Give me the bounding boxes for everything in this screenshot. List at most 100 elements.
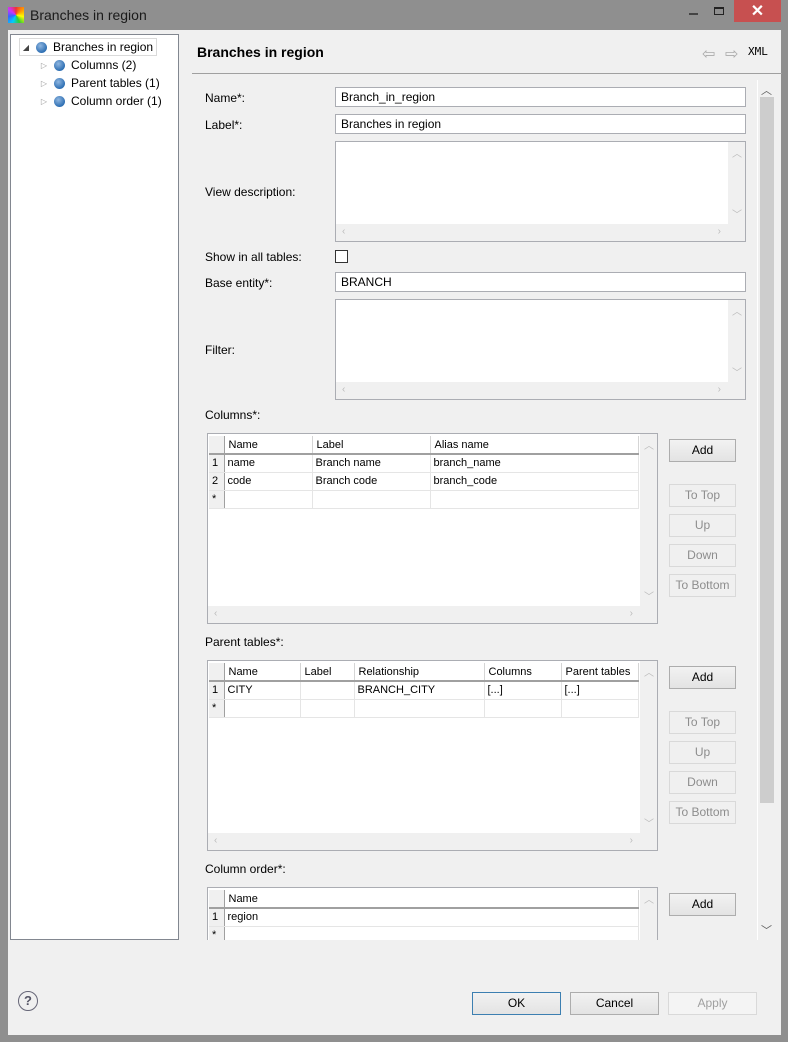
tree-item-columns[interactable]: ▷ Columns (2) — [38, 56, 136, 74]
column-header[interactable]: Name — [224, 436, 313, 455]
back-arrow-icon[interactable]: ⇦ — [702, 44, 715, 64]
columns-to-bottom-button[interactable]: To Bottom — [669, 574, 736, 597]
columns-grid[interactable]: Name Label Alias name 1 name Branch name… — [207, 433, 658, 624]
cell[interactable]: code — [224, 472, 313, 491]
view-description-label: View description: — [205, 185, 296, 199]
column-header[interactable]: Name — [224, 890, 639, 909]
tree-item-column-order[interactable]: ▷ Column order (1) — [38, 92, 162, 110]
cancel-button[interactable]: Cancel — [570, 992, 659, 1015]
cell[interactable] — [224, 699, 301, 718]
table-row[interactable]: 1 name Branch name branch_name — [209, 454, 639, 473]
new-row[interactable]: * — [209, 490, 639, 509]
filter-textarea[interactable]: ︿ ﹀ ‹ › — [335, 299, 746, 400]
vertical-scrollbar[interactable]: ︿ ﹀ — [640, 434, 657, 606]
base-entity-input[interactable]: BRANCH — [335, 272, 746, 292]
expand-icon[interactable]: ▷ — [38, 79, 50, 88]
cell[interactable]: name — [224, 454, 313, 473]
column-header[interactable]: Label — [300, 663, 355, 682]
column-order-grid[interactable]: Name 1 region * ︿ — [207, 887, 658, 940]
cell[interactable]: region — [224, 908, 639, 927]
cell[interactable]: [...] — [484, 681, 562, 700]
parent-tables-grid[interactable]: Name Label Relationship Columns Parent t… — [207, 660, 658, 851]
vertical-scrollbar[interactable]: ︿ ﹀ — [728, 142, 745, 224]
horizontal-scrollbar[interactable]: ‹ › — [336, 224, 745, 241]
table-row[interactable]: 2 code Branch code branch_code — [209, 472, 639, 491]
cell[interactable] — [354, 699, 485, 718]
cell[interactable]: BRANCH_CITY — [354, 681, 485, 700]
node-icon — [54, 77, 65, 89]
row-number: 1 — [209, 454, 225, 473]
columns-to-top-button[interactable]: To Top — [669, 484, 736, 507]
row-number: * — [209, 490, 225, 509]
column-header[interactable]: Name — [224, 663, 301, 682]
tree-item-parent-tables[interactable]: ▷ Parent tables (1) — [38, 74, 160, 92]
cell[interactable]: Branch name — [312, 454, 431, 473]
collapse-icon[interactable]: ◢ — [20, 43, 32, 52]
cell[interactable] — [561, 699, 639, 718]
table-row[interactable]: 1 region — [209, 908, 639, 927]
horizontal-scrollbar[interactable]: ‹ › — [208, 606, 657, 623]
cell[interactable]: Branch code — [312, 472, 431, 491]
expand-icon[interactable]: ▷ — [38, 61, 50, 70]
table-row[interactable]: 1 CITY BRANCH_CITY [...] [...] — [209, 681, 639, 700]
parent-tables-up-button[interactable]: Up — [669, 741, 736, 764]
columns-add-button[interactable]: Add — [669, 439, 736, 462]
apply-button[interactable]: Apply — [668, 992, 757, 1015]
parent-tables-add-button[interactable]: Add — [669, 666, 736, 689]
name-input[interactable]: Branch_in_region — [335, 87, 746, 107]
cell[interactable] — [300, 699, 355, 718]
tree-item-root[interactable]: ◢ Branches in region — [19, 38, 158, 56]
horizontal-scrollbar[interactable]: ‹ › — [208, 833, 657, 850]
cell[interactable]: branch_name — [430, 454, 639, 473]
header-divider — [192, 73, 782, 74]
form-vertical-scrollbar[interactable]: ︿ ﹀ — [757, 80, 774, 940]
view-description-textarea[interactable]: ︿ ﹀ ‹ › — [335, 141, 746, 242]
column-header[interactable]: Alias name — [430, 436, 639, 455]
xml-button[interactable]: XML — [748, 45, 768, 58]
scroll-down-icon[interactable]: ﹀ — [761, 922, 772, 938]
cell[interactable] — [484, 699, 562, 718]
column-header[interactable]: Relationship — [354, 663, 485, 682]
outline-tree: ◢ Branches in region ▷ Columns (2) ▷ Par… — [10, 34, 179, 940]
columns-up-button[interactable]: Up — [669, 514, 736, 537]
columns-down-button[interactable]: Down — [669, 544, 736, 567]
window-title: Branches in region — [30, 7, 147, 23]
close-button[interactable]: ✕ — [734, 0, 781, 22]
columns-table: Name Label Alias name 1 name Branch name… — [209, 436, 639, 509]
forward-arrow-icon[interactable]: ⇨ — [725, 44, 738, 64]
tree-item-label: Columns (2) — [71, 58, 137, 72]
cell[interactable]: CITY — [224, 681, 301, 700]
tree-item-label: Branches in region — [53, 40, 154, 54]
show-in-all-tables-checkbox[interactable] — [335, 250, 348, 263]
cell[interactable]: branch_code — [430, 472, 639, 491]
vertical-scrollbar[interactable]: ︿ — [640, 888, 657, 940]
row-number: * — [209, 926, 225, 940]
cell[interactable]: [...] — [561, 681, 639, 700]
column-header[interactable]: Parent tables — [561, 663, 639, 682]
new-row[interactable]: * — [209, 699, 639, 718]
cell[interactable] — [224, 926, 639, 940]
ok-button[interactable]: OK — [472, 992, 561, 1015]
vertical-scrollbar[interactable]: ︿ ﹀ — [640, 661, 657, 833]
cell[interactable] — [430, 490, 639, 509]
horizontal-scrollbar[interactable]: ‹ › — [336, 382, 745, 399]
scroll-up-icon[interactable]: ︿ — [761, 82, 772, 98]
parent-tables-down-button[interactable]: Down — [669, 771, 736, 794]
new-row[interactable]: * — [209, 926, 639, 940]
cell[interactable] — [224, 490, 313, 509]
maximize-button[interactable] — [706, 0, 732, 22]
column-header[interactable]: Label — [312, 436, 431, 455]
parent-tables-to-bottom-button[interactable]: To Bottom — [669, 801, 736, 824]
parent-tables-to-top-button[interactable]: To Top — [669, 711, 736, 734]
cell[interactable] — [300, 681, 355, 700]
help-icon[interactable]: ? — [18, 991, 38, 1011]
scrollbar-thumb[interactable] — [760, 97, 774, 803]
vertical-scrollbar[interactable]: ︿ ﹀ — [728, 300, 745, 382]
column-order-add-button[interactable]: Add — [669, 893, 736, 916]
column-header[interactable]: Columns — [484, 663, 562, 682]
label-input[interactable]: Branches in region — [335, 114, 746, 134]
row-header-corner — [209, 890, 225, 909]
cell[interactable] — [312, 490, 431, 509]
minimize-button[interactable] — [680, 0, 706, 22]
expand-icon[interactable]: ▷ — [38, 97, 50, 106]
